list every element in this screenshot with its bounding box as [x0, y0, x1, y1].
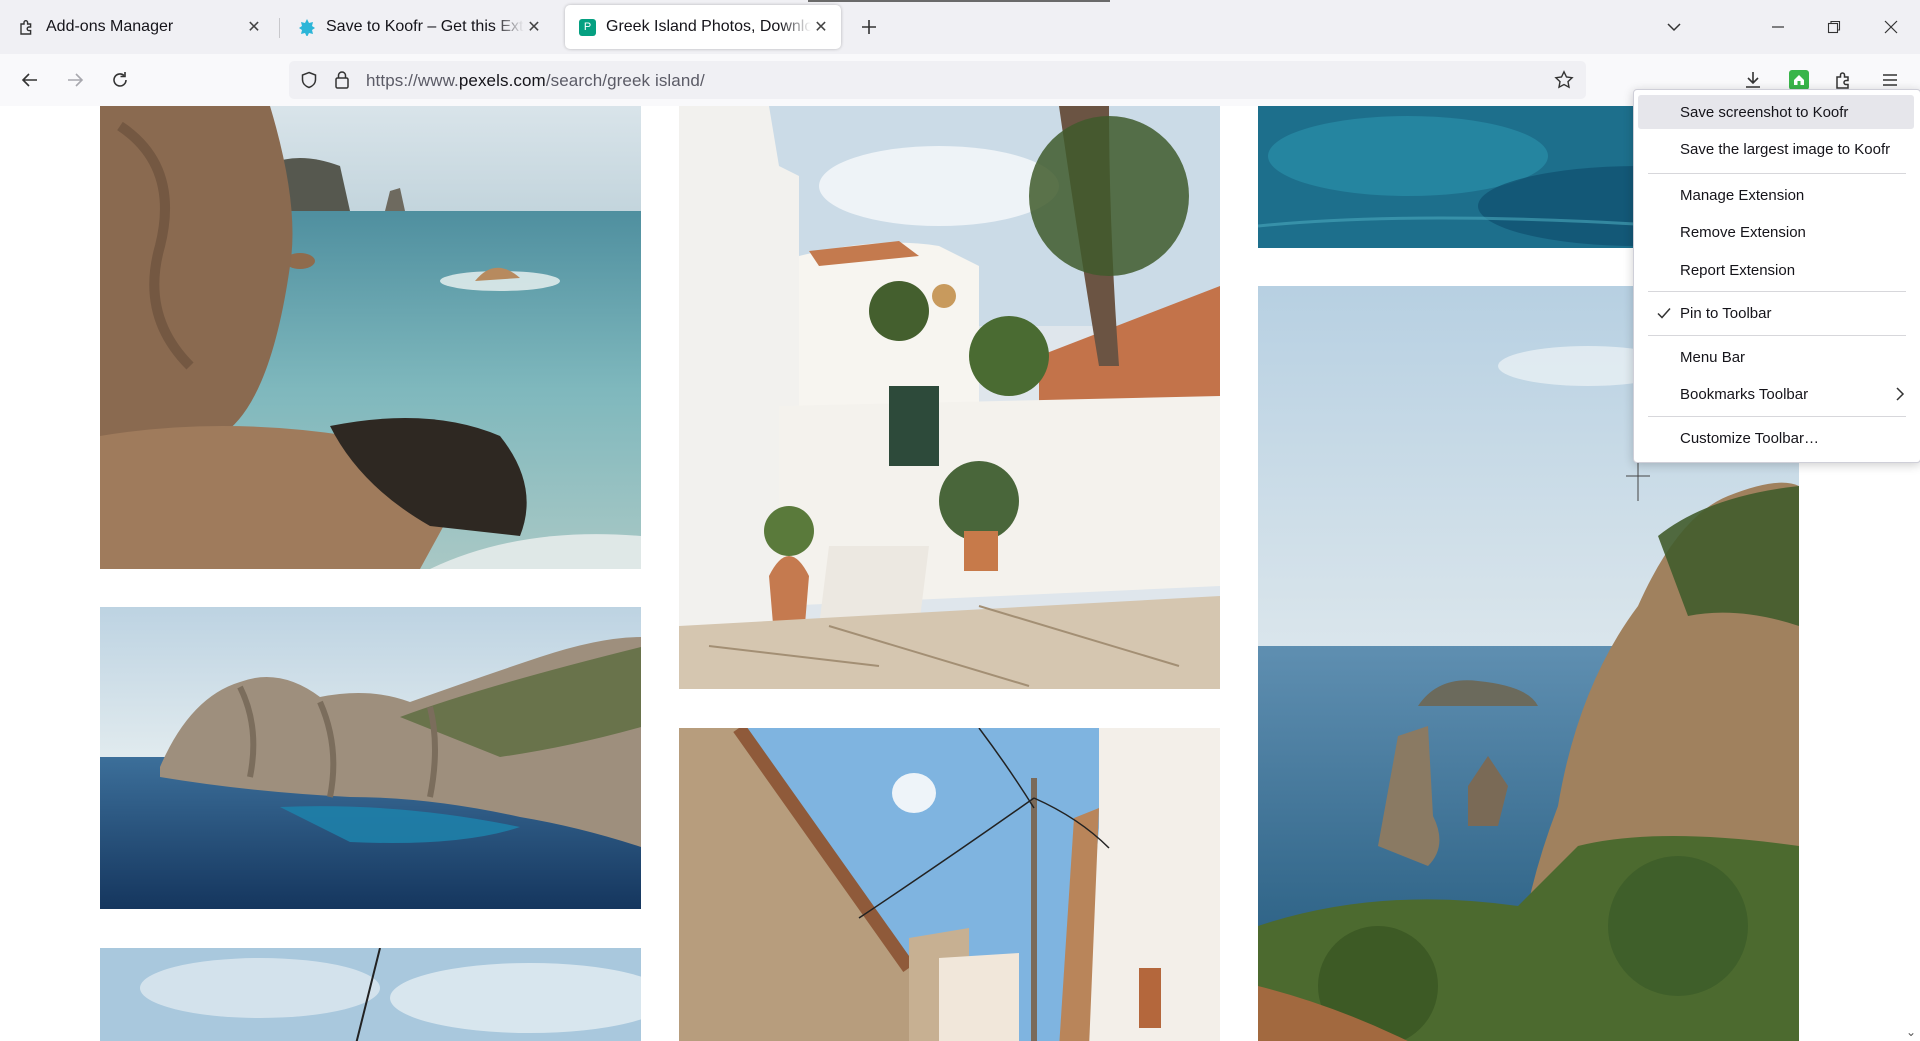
hamburger-menu-icon: [1883, 74, 1897, 86]
menu-separator: [1648, 335, 1906, 336]
arrow-right-icon: [68, 73, 84, 87]
close-tab-icon[interactable]: ✕: [244, 17, 264, 37]
arrow-left-icon: [21, 73, 37, 87]
tab-save-to-koofr[interactable]: Save to Koofr – Get this Extension for F…: [284, 5, 554, 49]
koofr-extension-icon: [1789, 70, 1809, 90]
photo-village-street[interactable]: [679, 728, 1220, 1041]
menu-item-report-extension[interactable]: Report Extension: [1638, 253, 1914, 287]
menu-separator: [1648, 173, 1906, 174]
forward-button[interactable]: [57, 62, 93, 98]
new-tab-button[interactable]: [851, 9, 887, 45]
chevron-right-icon: [1896, 387, 1905, 401]
scroll-down-arrow[interactable]: ⌄: [1906, 1025, 1916, 1039]
photo-rocky-coast[interactable]: [100, 106, 641, 569]
url-text[interactable]: https://www.pexels.com/search/greek isla…: [366, 71, 705, 91]
puzzle-icon: [20, 20, 32, 35]
menu-item-manage-extension[interactable]: Manage Extension: [1638, 178, 1914, 212]
reload-button[interactable]: [102, 62, 138, 98]
url-bar[interactable]: https://www.pexels.com/search/greek isla…: [289, 61, 1586, 99]
photo-cloudy-sky[interactable]: [100, 948, 641, 1041]
tab-greek-island-photos[interactable]: P Greek Island Photos, Download The BEST…: [565, 5, 841, 49]
plus-icon: [862, 20, 876, 34]
close-tab-icon[interactable]: ✕: [524, 17, 544, 37]
lock-icon[interactable]: [333, 70, 351, 90]
pexels-icon: P: [579, 18, 596, 36]
menu-item-bookmarks-toolbar[interactable]: Bookmarks Toolbar: [1638, 377, 1914, 411]
list-all-tabs-button[interactable]: [1656, 9, 1692, 45]
minimize-icon: [1772, 26, 1784, 28]
tab-title: Add-ons Manager: [46, 18, 174, 35]
extension-context-menu: Save screenshot to Koofr Save the larges…: [1633, 89, 1920, 463]
menu-item-menu-bar[interactable]: Menu Bar: [1638, 340, 1914, 374]
tab-divider: [279, 18, 280, 38]
menu-item-save-screenshot[interactable]: Save screenshot to Koofr: [1638, 95, 1914, 129]
shield-icon[interactable]: [300, 71, 318, 89]
menu-item-remove-extension[interactable]: Remove Extension: [1638, 215, 1914, 249]
close-tab-icon[interactable]: ✕: [811, 17, 831, 37]
restore-icon: [1827, 20, 1841, 34]
download-icon: [1746, 72, 1760, 88]
photo-white-courtyard[interactable]: [679, 106, 1220, 689]
menu-separator: [1648, 416, 1906, 417]
menu-separator: [1648, 291, 1906, 292]
close-icon: [1884, 20, 1898, 34]
tab-title: Greek Island Photos, Download The BEST F…: [606, 18, 811, 35]
star-icon[interactable]: [1554, 70, 1574, 90]
puzzle-icon: [1836, 72, 1849, 89]
close-window-button[interactable]: [1873, 9, 1909, 45]
menu-item-pin-to-toolbar[interactable]: Pin to Toolbar: [1638, 296, 1914, 330]
tab-addons-manager[interactable]: Add-ons Manager ✕: [4, 5, 274, 49]
reload-icon: [113, 72, 127, 87]
checkmark-icon: [1657, 308, 1671, 319]
minimize-button[interactable]: [1760, 9, 1796, 45]
page-content: ⌄: [0, 106, 1920, 1041]
media-indicator: [808, 0, 1110, 2]
menu-item-customize-toolbar[interactable]: Customize Toolbar…: [1638, 421, 1914, 455]
restore-button[interactable]: [1816, 9, 1852, 45]
koofr-icon: [299, 19, 315, 36]
menu-item-save-largest-image[interactable]: Save the largest image to Koofr: [1638, 132, 1914, 166]
chevron-down-icon: [1667, 23, 1681, 32]
back-button[interactable]: [12, 62, 48, 98]
photo-limestone-cliffs[interactable]: [100, 607, 641, 909]
tab-title: Save to Koofr – Get this Extension for F…: [326, 18, 524, 35]
navigation-toolbar: https://www.pexels.com/search/greek isla…: [0, 54, 1920, 107]
tab-strip: Add-ons Manager ✕ Save to Koofr – Get th…: [0, 0, 1920, 54]
